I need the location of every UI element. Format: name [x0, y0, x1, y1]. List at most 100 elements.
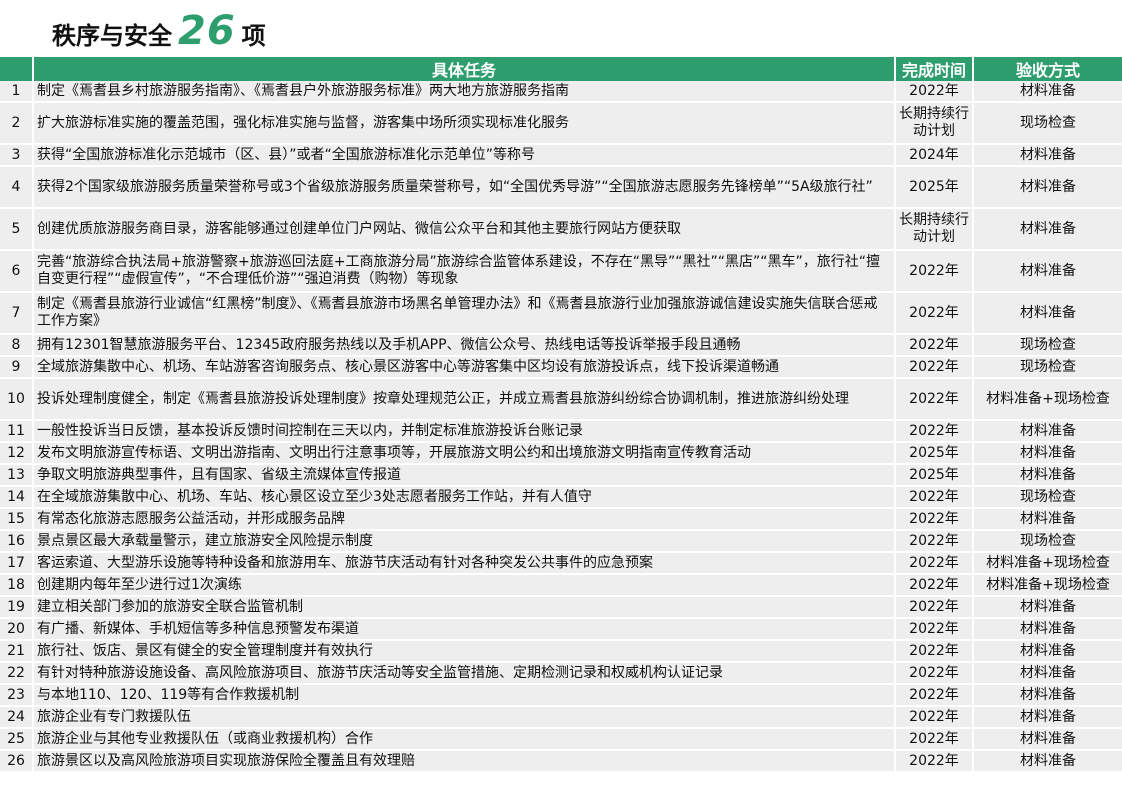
row-index: 7: [0, 292, 34, 335]
row-time: 2022年: [895, 530, 974, 553]
row-time: 2022年: [895, 292, 974, 335]
table-row: 19 建立相关部门参加的旅游安全联合监管机制 2022年 材料准备: [0, 596, 1122, 619]
row-method: 现场检查: [973, 486, 1122, 509]
table-row: 8 拥有12301智慧旅游服务平台、12345政府服务热线以及手机APP、微信公众…: [0, 334, 1122, 357]
table-row: 3 获得“全国旅游标准化示范城市（区、县）”或者“全国旅游标准化示范单位”等称号 2…: [0, 144, 1122, 167]
row-task: 旅游景区以及高风险旅游项目实现旅游保险全覆盖且有效理赔: [33, 750, 896, 773]
row-task: 创建期内每年至少进行过1次演练: [33, 574, 896, 597]
row-task: 全域旅游集散中心、机场、车站游客咨询服务点、核心景区游客中心等游客集中区均设有旅…: [33, 356, 896, 379]
row-task: 在全域旅游集散中心、机场、车站、核心景区设立至少3处志愿者服务工作站，并有人值守: [33, 486, 896, 509]
row-time: 2024年: [895, 144, 974, 167]
row-index: 25: [0, 728, 34, 751]
row-method: 材料准备: [973, 292, 1122, 335]
row-method: 材料准备+现场检查: [973, 378, 1122, 421]
row-index: 21: [0, 640, 34, 663]
row-method: 材料准备: [973, 596, 1122, 619]
row-index: 3: [0, 144, 34, 167]
row-method: 材料准备: [973, 144, 1122, 167]
row-task: 景点景区最大承载量警示，建立旅游安全风险提示制度: [33, 530, 896, 553]
row-time: 2022年: [895, 334, 974, 357]
table-row: 2 扩大旅游标准实施的覆盖范围，强化标准实施与监督，游客集中场所须实现标准化服务长…: [0, 102, 1122, 145]
row-time: 2022年: [895, 596, 974, 619]
row-method: 材料准备: [973, 250, 1122, 293]
row-index: 20: [0, 618, 34, 641]
row-index: 24: [0, 706, 34, 729]
row-index: 8: [0, 334, 34, 357]
row-time: 长期持续行动计划: [895, 208, 974, 251]
row-task: 旅行社、饭店、景区有健全的安全管理制度并有效执行: [33, 640, 896, 663]
row-method: 材料准备+现场检查: [973, 552, 1122, 575]
row-index: 16: [0, 530, 34, 553]
table-row: 4 获得2个国家级旅游服务质量荣誉称号或3个省级旅游服务质量荣誉称号，如“全国优秀…: [0, 166, 1122, 209]
row-method: 材料准备: [973, 662, 1122, 685]
row-index: 22: [0, 662, 34, 685]
title-suffix: 项: [241, 22, 266, 50]
row-index: 13: [0, 464, 34, 487]
row-task: 获得“全国旅游标准化示范城市（区、县）”或者“全国旅游标准化示范单位”等称号: [33, 144, 896, 167]
title-number: 26: [178, 8, 236, 54]
row-time: 2022年: [895, 706, 974, 729]
table-row: 6 完善“旅游综合执法局+旅游警察+旅游巡回法庭+工商旅游分局”旅游综合监管体系建…: [0, 250, 1122, 293]
row-time: 2025年: [895, 442, 974, 465]
row-method: 材料准备: [973, 706, 1122, 729]
row-method: 材料准备: [973, 208, 1122, 251]
row-task: 建立相关部门参加的旅游安全联合监管机制: [33, 596, 896, 619]
row-time: 2022年: [895, 250, 974, 293]
row-time: 长期持续行动计划: [895, 102, 974, 145]
row-time: 2022年: [895, 420, 974, 443]
row-index: 23: [0, 684, 34, 707]
table-row: 15 有常态化旅游志愿服务公益活动，并形成服务品牌 2022年 材料准备: [0, 508, 1122, 531]
table-row: 14 在全域旅游集散中心、机场、车站、核心景区设立至少3处志愿者服务工作站，并有人…: [0, 486, 1122, 509]
row-time: 2022年: [895, 356, 974, 379]
table-row: 18 创建期内每年至少进行过1次演练 2022年 材料准备+现场检查: [0, 574, 1122, 597]
row-time: 2022年: [895, 574, 974, 597]
row-index: 18: [0, 574, 34, 597]
row-task: 旅游企业与其他专业救援队伍（或商业救援机构）合作: [33, 728, 896, 751]
row-method: 材料准备: [973, 640, 1122, 663]
row-time: 2022年: [895, 81, 974, 103]
row-task: 扩大旅游标准实施的覆盖范围，强化标准实施与监督，游客集中场所须实现标准化服务: [33, 102, 896, 145]
table-row: 22 有针对特种旅游设施设备、高风险旅游项目、旅游节庆活动等安全监管措施、定期检测…: [0, 662, 1122, 685]
table-row: 16 景点景区最大承载量警示，建立旅游安全风险提示制度 2022年 现场检查: [0, 530, 1122, 553]
row-method: 材料准备: [973, 728, 1122, 751]
row-index: 14: [0, 486, 34, 509]
row-index: 6: [0, 250, 34, 293]
header-time: 完成时间: [895, 57, 974, 81]
table-row: 23 与本地110、120、119等有合作救援机制 2022年 材料准备: [0, 684, 1122, 707]
table-row: 12 发布文明旅游宣传标语、文明出游指南、文明出行注意事项等，开展旅游文明公约和出…: [0, 442, 1122, 465]
row-time: 2025年: [895, 464, 974, 487]
row-index: 10: [0, 378, 34, 421]
header-index: [0, 57, 34, 81]
row-method: 材料准备: [973, 166, 1122, 209]
row-time: 2022年: [895, 728, 974, 751]
table-row: 20 有广播、新媒体、手机短信等多种信息预警发布渠道 2022年 材料准备: [0, 618, 1122, 641]
table-row: 9 全域旅游集散中心、机场、车站游客咨询服务点、核心景区游客中心等游客集中区均设有…: [0, 356, 1122, 379]
table-row: 1 制定《焉耆县乡村旅游服务指南》、《焉耆县户外旅游服务标准》两大地方旅游服务指南…: [0, 81, 1122, 103]
row-time: 2022年: [895, 662, 974, 685]
row-time: 2022年: [895, 486, 974, 509]
row-task: 获得2个国家级旅游服务质量荣誉称号或3个省级旅游服务质量荣誉称号，如“全国优秀导…: [33, 166, 896, 209]
row-task: 投诉处理制度健全，制定《焉耆县旅游投诉处理制度》按章处理规范公正，并成立焉耆县旅…: [33, 378, 896, 421]
row-method: 材料准备: [973, 618, 1122, 641]
row-method: 材料准备: [973, 750, 1122, 773]
row-task: 有广播、新媒体、手机短信等多种信息预警发布渠道: [33, 618, 896, 641]
row-task: 争取文明旅游典型事件，且有国家、省级主流媒体宣传报道: [33, 464, 896, 487]
table-row: 17 客运索道、大型游乐设施等特种设备和旅游用车、旅游节庆活动有针对各种突发公共事…: [0, 552, 1122, 575]
row-task: 一般性投诉当日反馈，基本投诉反馈时间控制在三天以内，并制定标准旅游投诉台账记录: [33, 420, 896, 443]
table-row: 5 创建优质旅游服务商目录，游客能够通过创建单位门户网站、微信公众平台和其他主要旅…: [0, 208, 1122, 251]
row-index: 5: [0, 208, 34, 251]
row-time: 2022年: [895, 618, 974, 641]
row-time: 2022年: [895, 508, 974, 531]
row-time: 2022年: [895, 684, 974, 707]
row-method: 材料准备: [973, 464, 1122, 487]
row-time: 2022年: [895, 640, 974, 663]
table-row: 26 旅游景区以及高风险旅游项目实现旅游保险全覆盖且有效理赔 2022年 材料准备: [0, 750, 1122, 773]
row-task: 制定《焉耆县旅游行业诚信“红黑榜”制度》、《焉耆县旅游市场黑名单管理办法》和《焉…: [33, 292, 896, 335]
row-index: 2: [0, 102, 34, 145]
row-method: 现场检查: [973, 530, 1122, 553]
table-row: 24 旅游企业有专门救援队伍 2022年 材料准备: [0, 706, 1122, 729]
title-prefix: 秩序与安全: [52, 22, 172, 50]
row-index: 1: [0, 81, 34, 103]
row-index: 12: [0, 442, 34, 465]
row-method: 材料准备: [973, 420, 1122, 443]
